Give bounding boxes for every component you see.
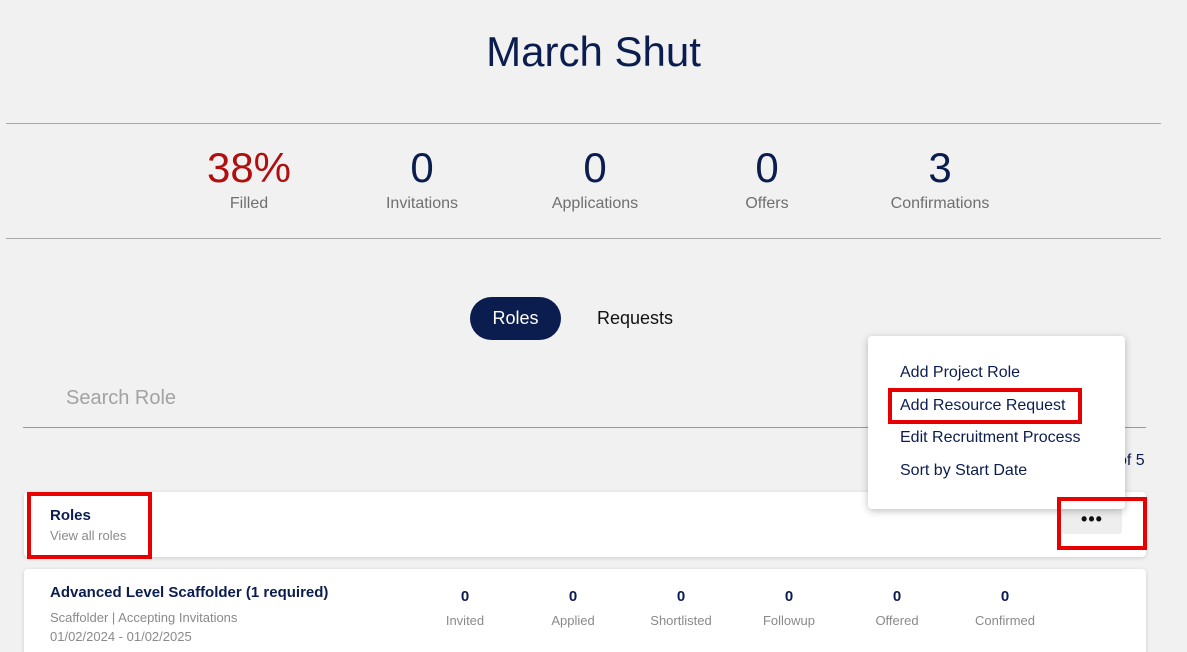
stat-filled: 38% Filled	[164, 143, 334, 213]
role-stat-value: 0	[1000, 588, 1010, 605]
role-stat-invited: 0 Invited	[415, 588, 515, 628]
stat-applications: 0 Applications	[510, 143, 680, 213]
stat-value: 3	[928, 144, 952, 191]
role-stat-value: 0	[676, 588, 686, 605]
role-stat-label: Followup	[762, 613, 816, 628]
stat-value: 0	[583, 144, 607, 191]
page-title: March Shut	[486, 28, 701, 75]
role-stat-applied: 0 Applied	[523, 588, 623, 628]
stat-value: 0	[410, 144, 434, 191]
divider-top	[6, 123, 1161, 124]
stat-value: 38%	[206, 144, 292, 191]
stat-label: Filled	[229, 195, 269, 212]
stat-confirmations: 3 Confirmations	[855, 143, 1025, 213]
divider-bottom	[6, 238, 1161, 239]
role-meta: Scaffolder | Accepting Invitations	[50, 610, 238, 625]
role-card[interactable]: Advanced Level Scaffolder (1 required) S…	[24, 569, 1146, 652]
role-stat-label: Shortlisted	[650, 613, 712, 628]
roles-title: Roles	[50, 507, 91, 524]
stat-label: Offers	[745, 195, 789, 212]
role-stat-value: 0	[784, 588, 794, 605]
tab-roles[interactable]: Roles	[470, 297, 561, 340]
view-all-roles-link[interactable]: View all roles	[50, 528, 126, 543]
menu-item-edit-recruitment-process[interactable]: Edit Recruitment Process	[900, 429, 1081, 447]
stat-offers: 0 Offers	[682, 143, 852, 213]
menu-item-add-resource-request[interactable]: Add Resource Request	[900, 397, 1065, 415]
role-dates: 01/02/2024 - 01/02/2025	[50, 629, 192, 644]
role-stat-offered: 0 Offered	[847, 588, 947, 628]
stat-label: Applications	[551, 195, 639, 212]
role-stat-followup: 0 Followup	[739, 588, 839, 628]
stat-value: 0	[755, 144, 779, 191]
menu-item-add-project-role[interactable]: Add Project Role	[900, 364, 1020, 382]
stat-label: Confirmations	[890, 195, 990, 212]
role-stat-value: 0	[460, 588, 470, 605]
options-dropdown-menu: Add Project Role Add Resource Request Ed…	[868, 336, 1125, 509]
role-stat-shortlisted: 0 Shortlisted	[631, 588, 731, 628]
role-stat-label: Offered	[875, 613, 919, 628]
stat-label: Invitations	[385, 195, 459, 212]
role-stat-value: 0	[568, 588, 578, 605]
menu-item-sort-by-start-date[interactable]: Sort by Start Date	[900, 462, 1027, 480]
tab-requests[interactable]: Requests	[580, 297, 690, 340]
role-stat-value: 0	[892, 588, 902, 605]
role-title[interactable]: Advanced Level Scaffolder (1 required)	[50, 584, 328, 601]
stat-invitations: 0 Invitations	[337, 143, 507, 213]
project-page: March Shut 38% Filled 0 Invitations 0 Ap…	[0, 0, 1187, 652]
role-stat-label: Confirmed	[975, 613, 1035, 628]
role-stat-label: Applied	[551, 613, 595, 628]
role-stat-label: Invited	[445, 613, 485, 628]
role-stat-confirmed: 0 Confirmed	[955, 588, 1055, 628]
